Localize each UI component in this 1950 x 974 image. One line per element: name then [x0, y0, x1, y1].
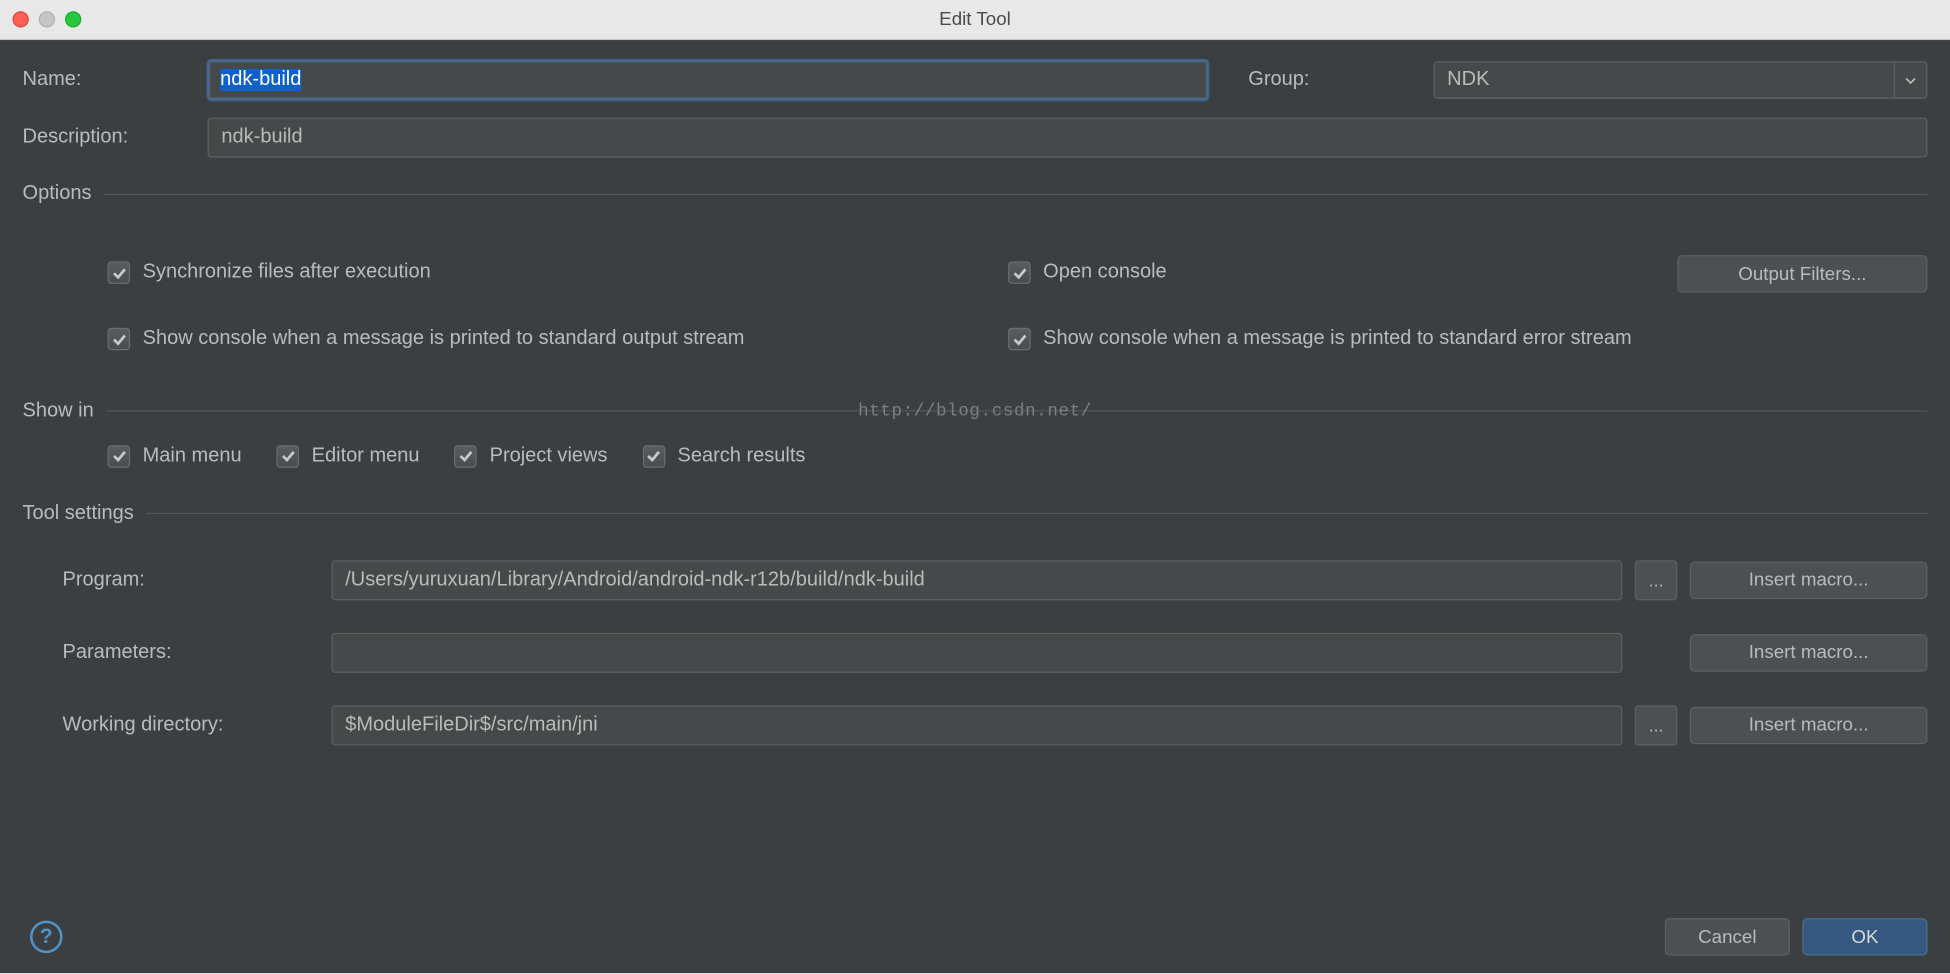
open-console-label: Open console	[1043, 262, 1166, 285]
parameters-insert-macro-button[interactable]: Insert macro...	[1690, 634, 1928, 672]
stdout-checkbox[interactable]: Show console when a message is printed t…	[108, 328, 745, 351]
spacer	[1635, 632, 1678, 672]
sync-files-label: Synchronize files after execution	[143, 262, 431, 285]
chevron-down-icon	[1894, 63, 1927, 98]
options-title: Options	[23, 183, 92, 206]
tool-settings-header: Tool settings	[23, 502, 1928, 525]
window-title: Edit Tool	[0, 9, 1950, 30]
program-browse-button[interactable]: ...	[1635, 560, 1678, 600]
checkmark-icon	[277, 445, 300, 468]
checkmark-icon	[108, 262, 131, 285]
description-label: Description:	[23, 126, 208, 149]
ok-button[interactable]: OK	[1802, 918, 1927, 956]
checkmark-icon	[1008, 262, 1031, 285]
description-row: Description:	[23, 118, 1928, 158]
main-menu-label: Main menu	[143, 445, 242, 468]
working-dir-input[interactable]	[331, 705, 1622, 745]
checkmark-icon	[643, 445, 666, 468]
titlebar: Edit Tool	[0, 0, 1950, 40]
divider	[146, 513, 1927, 514]
options-area: Synchronize files after execution Open c…	[23, 255, 1928, 364]
show-in-title: Show in	[23, 400, 94, 423]
tool-settings-area: Program: ... Insert macro... Parameters:…	[23, 560, 1928, 745]
output-filters-button[interactable]: Output Filters...	[1677, 255, 1927, 293]
working-dir-label: Working directory:	[63, 714, 319, 737]
name-row: Name: Group: NDK	[23, 60, 1928, 100]
checkmark-icon	[455, 445, 478, 468]
checkmark-icon	[1008, 328, 1031, 351]
show-in-header: Show in http://blog.csdn.net/	[23, 400, 1928, 423]
program-input[interactable]	[331, 560, 1622, 600]
project-views-checkbox[interactable]: Project views	[455, 445, 608, 468]
show-in-row: Main menu Editor menu Project views Sear…	[23, 445, 1928, 468]
parameters-label: Parameters:	[63, 641, 319, 664]
divider	[104, 193, 1927, 194]
group-combobox[interactable]: NDK	[1433, 61, 1927, 99]
content-area: Name: Group: NDK Description: Options	[0, 40, 1950, 973]
open-console-checkbox[interactable]: Open console	[1008, 262, 1167, 285]
program-label: Program:	[63, 568, 319, 591]
group-value: NDK	[1447, 69, 1894, 92]
working-dir-insert-macro-button[interactable]: Insert macro...	[1690, 706, 1928, 744]
tool-settings-title: Tool settings	[23, 502, 134, 525]
help-button[interactable]: ?	[30, 921, 63, 954]
search-results-checkbox[interactable]: Search results	[643, 445, 806, 468]
dialog-window: Edit Tool Name: Group: NDK Description: …	[0, 0, 1950, 973]
sync-files-checkbox[interactable]: Synchronize files after execution	[108, 262, 431, 285]
editor-menu-checkbox[interactable]: Editor menu	[277, 445, 420, 468]
main-menu-checkbox[interactable]: Main menu	[108, 445, 242, 468]
search-results-label: Search results	[678, 445, 806, 468]
stderr-label: Show console when a message is printed t…	[1043, 328, 1631, 351]
cancel-button[interactable]: Cancel	[1665, 918, 1790, 956]
editor-menu-label: Editor menu	[312, 445, 420, 468]
options-header: Options	[23, 183, 1928, 206]
checkmark-icon	[108, 328, 131, 351]
group-label: Group:	[1248, 69, 1433, 92]
stderr-checkbox[interactable]: Show console when a message is printed t…	[1008, 328, 1631, 351]
name-label: Name:	[23, 69, 208, 92]
description-input[interactable]	[208, 118, 1928, 158]
project-views-label: Project views	[490, 445, 608, 468]
working-dir-browse-button[interactable]: ...	[1635, 705, 1678, 745]
divider	[106, 410, 1927, 411]
stdout-label: Show console when a message is printed t…	[143, 328, 745, 351]
checkmark-icon	[108, 445, 131, 468]
name-input[interactable]	[208, 60, 1209, 100]
parameters-input[interactable]	[331, 632, 1622, 672]
program-insert-macro-button[interactable]: Insert macro...	[1690, 561, 1928, 599]
bottom-bar: ? Cancel OK	[23, 906, 1928, 956]
